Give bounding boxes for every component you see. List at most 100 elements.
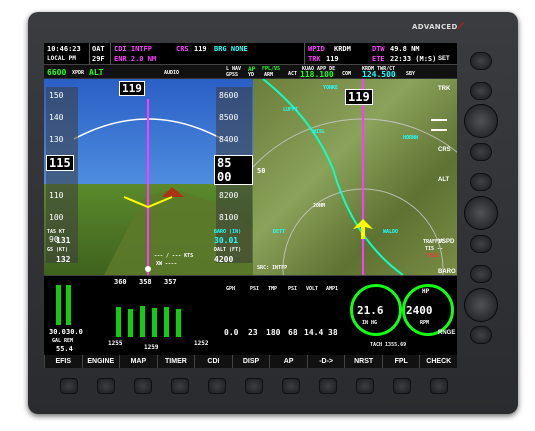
- egt-bottom-5: 1252: [194, 340, 209, 347]
- wind-value: --- / --- KTS: [154, 253, 194, 259]
- oil-psi-label: PSI: [250, 286, 260, 292]
- volt-value: 14.4: [304, 328, 324, 337]
- hardware-softkey-5[interactable]: [208, 378, 226, 394]
- hardware-button-vspd[interactable]: [470, 235, 492, 253]
- softkey-timer[interactable]: TIMER: [156, 355, 195, 368]
- ap-arm: ARM: [264, 72, 274, 78]
- hardware-softkey-8[interactable]: [319, 378, 337, 394]
- stby-label: SBY: [406, 71, 416, 77]
- hardware-button-trk[interactable]: [470, 82, 492, 100]
- cht-top-3: 358: [139, 278, 152, 286]
- softkey-map[interactable]: MAP: [119, 355, 157, 368]
- hardware-softkey-7[interactable]: [282, 378, 300, 394]
- gph-value: 0.0: [224, 328, 239, 337]
- trk-label: TRK: [308, 55, 321, 63]
- enr-mode: ENR 2.0 NM: [114, 55, 157, 63]
- airspeed-value: 115: [46, 155, 74, 171]
- waypoint-wisl[interactable]: WISL: [313, 129, 325, 135]
- trk-knob[interactable]: [464, 104, 498, 138]
- engine-strip: 30.0 30.0 GAL REM 55.4 360 358 357 1255 …: [44, 275, 457, 355]
- egt-bar-3: [140, 306, 145, 337]
- tas-value: 131: [56, 236, 71, 245]
- right-label-alt: ALT: [438, 177, 450, 183]
- map-heading: 119: [345, 89, 373, 105]
- softkey-efis[interactable]: EFIS: [44, 355, 82, 368]
- waypoint-dett[interactable]: DETT: [273, 229, 285, 235]
- alt-knob[interactable]: [464, 196, 498, 230]
- hardware-softkey-9[interactable]: [356, 378, 374, 394]
- waypoint-hornn[interactable]: HORNN: [403, 135, 418, 141]
- clock-label: LOCAL PM: [47, 55, 76, 62]
- egt-bottom-3: 1259: [144, 344, 159, 351]
- cdi-source: CDI INTFP: [114, 45, 152, 53]
- egt-bar-4: [152, 308, 157, 337]
- fuel-bar-right: [66, 285, 71, 325]
- xpdr-mode[interactable]: ALT: [89, 68, 103, 77]
- ap-gpss: GPSS: [226, 72, 239, 78]
- oil-tmp-value: 180: [266, 328, 281, 337]
- moving-map[interactable]: 119 50 20NM LUFFI WISL YONKE HORNN DETT …: [253, 79, 457, 275]
- hardware-button-crs[interactable]: [470, 143, 492, 161]
- amp-value: 38: [328, 328, 338, 337]
- egt-bar-5: [164, 307, 169, 337]
- egt-bar-6: [176, 309, 181, 337]
- hardware-softkey-6[interactable]: [245, 378, 263, 394]
- top-status-bar: 10:46:23 LOCAL PM OAT 29F CDI INTFP ENR …: [44, 43, 457, 65]
- crs-label: CRS: [176, 45, 189, 53]
- waypoint-luffi[interactable]: LUFFI: [283, 107, 298, 113]
- com-active[interactable]: 118.100: [300, 70, 334, 79]
- softkey-check[interactable]: CHECK: [419, 355, 457, 368]
- gal-rem-value: 55.4: [56, 345, 73, 353]
- ete-value: 22:33 (M:S): [390, 55, 437, 63]
- right-label-rnge: RNGE: [438, 330, 456, 336]
- hardware-softkey-1[interactable]: [60, 378, 78, 394]
- audio-label[interactable]: AUDIO: [164, 70, 179, 76]
- map-label-ring: 20NM: [313, 203, 326, 209]
- egt-bottom-1: 1255: [108, 340, 123, 347]
- softkey-fpl[interactable]: FPL: [381, 355, 420, 368]
- hardware-softkey-4[interactable]: [171, 378, 189, 394]
- altitude-value: 85 00: [214, 155, 253, 185]
- brand-logo: ADVANCED⟋: [412, 22, 465, 32]
- hardware-softkey-2[interactable]: [97, 378, 115, 394]
- rpm-unit: RPM: [420, 320, 430, 326]
- waypoint-yonke[interactable]: YONKE: [323, 85, 338, 91]
- softkey-disp[interactable]: DISP: [231, 355, 270, 368]
- hardware-softkey-10[interactable]: [393, 378, 411, 394]
- bottom-hardware-buttons: [50, 378, 460, 400]
- oil-tmp-label: TMP: [268, 286, 278, 292]
- hardware-button-set[interactable]: [470, 52, 492, 70]
- baro-value[interactable]: 30.01: [214, 236, 238, 245]
- baro-knob[interactable]: [464, 288, 498, 322]
- softkey-engine[interactable]: ENGINE: [81, 355, 120, 368]
- hardware-button-alt[interactable]: [470, 173, 492, 191]
- xpdr-code[interactable]: 6600: [47, 68, 66, 77]
- com-label: COM: [342, 71, 352, 77]
- hardware-softkey-11[interactable]: [430, 378, 448, 394]
- softkey-direct-to[interactable]: -D->: [306, 355, 345, 368]
- fuel-psi-label: PSI: [288, 286, 298, 292]
- menu-icon[interactable]: [431, 119, 447, 131]
- fuel-psi-value: 68: [288, 328, 298, 337]
- hardware-button-rnge[interactable]: [470, 326, 492, 344]
- primary-flight-display: 150 140 130 110 100 90 115 119 8600 8500…: [44, 79, 253, 275]
- softkey-nrst[interactable]: NRST: [344, 355, 382, 368]
- waypoint-waldo[interactable]: WALDO: [383, 229, 398, 235]
- map-range: 50: [257, 167, 266, 175]
- right-label-baro: BARO: [438, 269, 456, 275]
- hardware-softkey-3[interactable]: [134, 378, 152, 394]
- right-label-set: SET: [438, 56, 450, 62]
- softkey-cdi[interactable]: CDI: [194, 355, 232, 368]
- dalt-value: 4200: [214, 255, 234, 264]
- com-standby[interactable]: 124.500: [362, 70, 396, 79]
- gs-label: GS (KT): [47, 247, 69, 253]
- oat-value: 29F: [92, 55, 105, 63]
- softkey-ap[interactable]: AP: [269, 355, 307, 368]
- ap-yd: YD: [248, 72, 255, 78]
- cht-top-1: 360: [114, 278, 127, 286]
- hardware-button-baro[interactable]: [470, 265, 492, 283]
- dtw-value: 49.8 NM: [390, 45, 420, 53]
- egt-bar-1: [116, 307, 121, 337]
- traffic-value: TIS --: [425, 246, 444, 252]
- trk-value: 119: [326, 55, 339, 63]
